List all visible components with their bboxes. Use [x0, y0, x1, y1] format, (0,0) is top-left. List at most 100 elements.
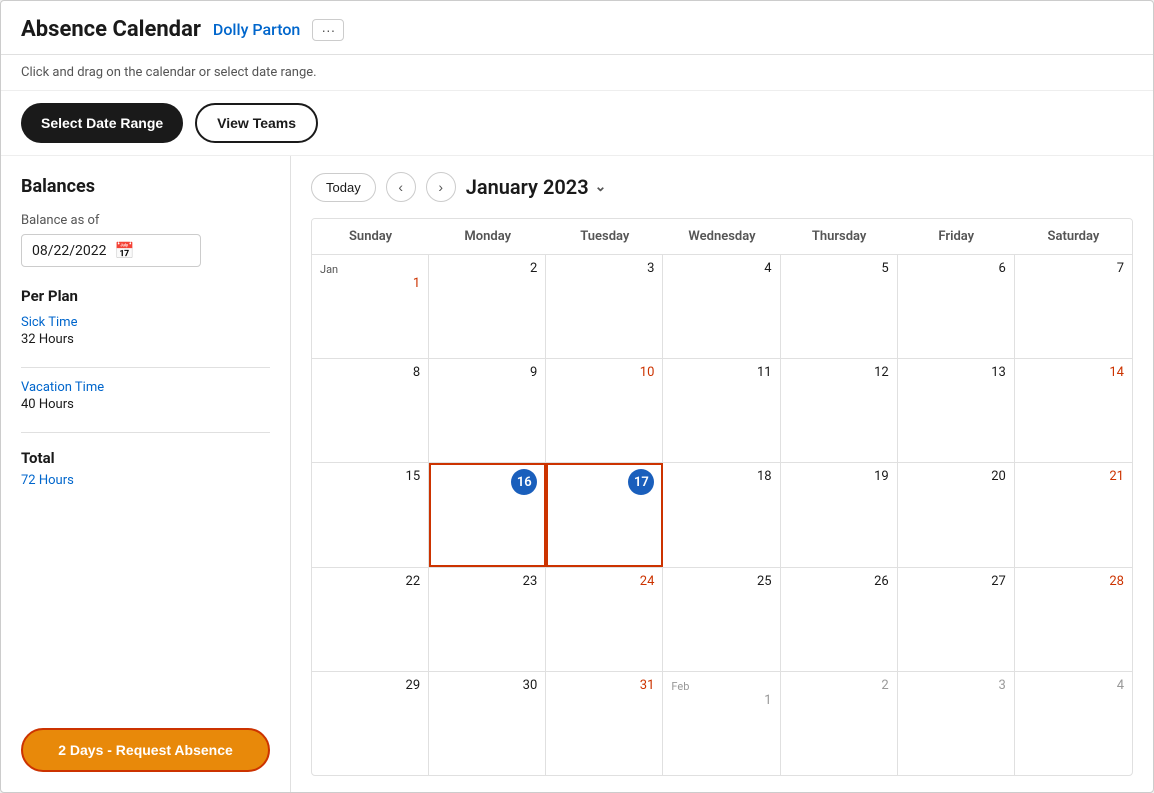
more-button[interactable]: ···	[312, 19, 344, 41]
subtitle-text: Click and drag on the calendar or select…	[1, 55, 1153, 91]
cal-day-1: 1	[320, 276, 420, 291]
cal-cell-jan8[interactable]: 8	[312, 359, 429, 462]
cal-day-12: 12	[789, 365, 889, 380]
cal-day-23: 23	[437, 574, 537, 589]
request-absence-button[interactable]: 2 Days - Request Absence	[21, 728, 270, 772]
cal-cell-jan21[interactable]: 21	[1015, 463, 1132, 566]
cal-cell-feb1[interactable]: Feb 1	[663, 672, 780, 775]
toolbar: Select Date Range View Teams	[1, 91, 1153, 156]
cal-cell-jan1[interactable]: Jan 1	[312, 255, 429, 358]
cal-day-5: 5	[789, 261, 889, 276]
plan-name-vacation: Vacation Time	[21, 380, 270, 395]
cal-day-6: 6	[906, 261, 1006, 276]
cal-day-17: 17	[628, 469, 654, 495]
cal-cell-jan31[interactable]: 31	[546, 672, 663, 775]
plan-hours-vacation: 40 Hours	[21, 397, 270, 412]
cal-day-27: 27	[906, 574, 1006, 589]
cal-cell-jan24[interactable]: 24	[546, 568, 663, 671]
cal-day-21: 21	[1023, 469, 1124, 484]
cal-day-20: 20	[906, 469, 1006, 484]
cal-cell-jan2[interactable]: 2	[429, 255, 546, 358]
calendar-body: Jan 1 2 3 4 5 6 7 8 9 10	[312, 255, 1132, 775]
cal-day-29: 29	[320, 678, 420, 693]
cal-cell-jan10[interactable]: 10	[546, 359, 663, 462]
cal-week-4: 22 23 24 25 26 27 28	[312, 568, 1132, 672]
plan-item-vacation: Vacation Time 40 Hours	[21, 380, 270, 412]
cal-day-26: 26	[789, 574, 889, 589]
cal-day-10: 10	[554, 365, 654, 380]
col-tuesday: Tuesday	[546, 219, 663, 254]
next-month-button[interactable]: ›	[426, 172, 456, 202]
cal-day-4: 4	[671, 261, 771, 276]
calendar-nav: Today ‹ › January 2023 ⌄	[311, 172, 1133, 202]
cal-day-16: 16	[511, 469, 537, 495]
cal-day-28: 28	[1023, 574, 1124, 589]
cal-cell-jan3[interactable]: 3	[546, 255, 663, 358]
total-hours: 72 Hours	[21, 473, 270, 488]
per-plan-title: Per Plan	[21, 287, 270, 305]
cal-cell-jan28[interactable]: 28	[1015, 568, 1132, 671]
header: Absence Calendar Dolly Parton ···	[1, 1, 1153, 55]
cal-day-9: 9	[437, 365, 537, 380]
cal-cell-jan20[interactable]: 20	[898, 463, 1015, 566]
app-container: Absence Calendar Dolly Parton ··· Click …	[0, 0, 1154, 793]
main-content: Balances Balance as of 08/22/2022 📅 Per …	[1, 156, 1153, 792]
total-title: Total	[21, 449, 270, 467]
user-name[interactable]: Dolly Parton	[213, 20, 300, 39]
cal-day-19: 19	[789, 469, 889, 484]
plan-name-sick: Sick Time	[21, 315, 270, 330]
cal-day-feb2: 2	[789, 678, 889, 693]
cal-cell-jan25[interactable]: 25	[663, 568, 780, 671]
cal-cell-jan16[interactable]: 16	[429, 463, 546, 566]
calendar-header-row: Sunday Monday Tuesday Wednesday Thursday…	[312, 219, 1132, 255]
cal-cell-jan19[interactable]: 19	[781, 463, 898, 566]
cal-cell-jan11[interactable]: 11	[663, 359, 780, 462]
cal-cell-jan17[interactable]: 17	[546, 463, 663, 566]
month-title-text: January 2023	[466, 175, 589, 199]
col-sunday: Sunday	[312, 219, 429, 254]
plan-item-sick: Sick Time 32 Hours	[21, 315, 270, 347]
cal-cell-feb2[interactable]: 2	[781, 672, 898, 775]
cal-cell-jan22[interactable]: 22	[312, 568, 429, 671]
calendar-grid: Sunday Monday Tuesday Wednesday Thursday…	[311, 218, 1133, 776]
cal-cell-jan23[interactable]: 23	[429, 568, 546, 671]
plan-divider-2	[21, 432, 270, 433]
cal-day-feb1: 1	[671, 693, 771, 708]
cal-day-feb3: 3	[906, 678, 1006, 693]
cal-cell-jan29[interactable]: 29	[312, 672, 429, 775]
prev-month-button[interactable]: ‹	[386, 172, 416, 202]
cal-cell-jan26[interactable]: 26	[781, 568, 898, 671]
cal-week-2: 8 9 10 11 12 13 14	[312, 359, 1132, 463]
cal-day-3: 3	[554, 261, 654, 276]
cal-cell-jan14[interactable]: 14	[1015, 359, 1132, 462]
cal-day-15: 15	[320, 469, 420, 484]
cal-cell-jan15[interactable]: 15	[312, 463, 429, 566]
select-date-range-button[interactable]: Select Date Range	[21, 103, 183, 143]
cal-cell-feb3[interactable]: 3	[898, 672, 1015, 775]
col-friday: Friday	[898, 219, 1015, 254]
cal-cell-jan4[interactable]: 4	[663, 255, 780, 358]
cal-cell-jan18[interactable]: 18	[663, 463, 780, 566]
view-teams-button[interactable]: View Teams	[195, 103, 318, 143]
balance-date-value: 08/22/2022	[32, 243, 107, 259]
cal-cell-jan13[interactable]: 13	[898, 359, 1015, 462]
cal-cell-jan30[interactable]: 30	[429, 672, 546, 775]
col-wednesday: Wednesday	[663, 219, 780, 254]
cal-day-feb4: 4	[1023, 678, 1124, 693]
plan-divider-1	[21, 367, 270, 368]
cal-week-5: 29 30 31 Feb 1 2 3 4	[312, 672, 1132, 775]
cal-cell-jan12[interactable]: 12	[781, 359, 898, 462]
today-button[interactable]: Today	[311, 173, 376, 202]
cal-cell-jan7[interactable]: 7	[1015, 255, 1132, 358]
calendar-icon: 📅	[115, 241, 135, 260]
cal-cell-jan9[interactable]: 9	[429, 359, 546, 462]
balance-date-input[interactable]: 08/22/2022 📅	[21, 234, 201, 267]
cal-cell-jan6[interactable]: 6	[898, 255, 1015, 358]
cal-cell-jan27[interactable]: 27	[898, 568, 1015, 671]
cal-day-31: 31	[554, 678, 654, 693]
cal-cell-feb4[interactable]: 4	[1015, 672, 1132, 775]
month-label: Jan	[320, 263, 420, 276]
cal-cell-jan5[interactable]: 5	[781, 255, 898, 358]
cal-day-13: 13	[906, 365, 1006, 380]
month-title[interactable]: January 2023 ⌄	[466, 175, 607, 199]
